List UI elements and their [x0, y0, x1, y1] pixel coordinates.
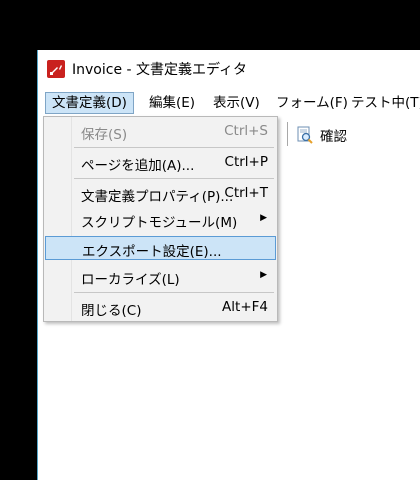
menu-item-label: エクスポート設定(E)...: [82, 244, 222, 260]
submenu-arrow-icon: ▶: [260, 213, 267, 223]
menu-document-definition[interactable]: 文書定義(D): [45, 92, 134, 114]
menu-item-localize[interactable]: ローカライズ(L) ▶: [45, 265, 276, 289]
menu-item-label: 文書定義プロパティ(P)...: [81, 189, 234, 205]
menu-item-label: 閉じる(C): [81, 303, 142, 319]
menu-separator: [74, 147, 274, 148]
menu-item-shortcut: Ctrl+T: [224, 185, 268, 201]
menu-item-shortcut: Ctrl+P: [224, 154, 268, 170]
magnifier-document-icon: [297, 126, 313, 144]
window-title: Invoice - 文書定義エディタ: [72, 62, 248, 78]
menu-item-properties[interactable]: 文書定義プロパティ(P)... Ctrl+T: [45, 182, 276, 206]
menu-separator: [74, 292, 274, 293]
menu-item-label: スクリプトモジュール(M): [81, 215, 238, 231]
menu-item-add-page[interactable]: ページを追加(A)... Ctrl+P: [45, 151, 276, 175]
menu-item-label: ローカライズ(L): [81, 272, 180, 288]
toolbar-separator: [287, 122, 288, 146]
menu-view[interactable]: 表示(V): [207, 92, 266, 114]
menu-item-shortcut: Ctrl+S: [224, 123, 268, 139]
menu-item-shortcut: Alt+F4: [222, 299, 268, 315]
menu-item-export-settings[interactable]: エクスポート設定(E)...: [45, 236, 276, 260]
menu-item-script-module[interactable]: スクリプトモジュール(M) ▶: [45, 208, 276, 232]
menu-item-close[interactable]: 閉じる(C) Alt+F4: [45, 296, 276, 320]
menu-form[interactable]: フォーム(F): [270, 92, 354, 114]
confirm-label: 確認: [320, 129, 347, 145]
app-icon: [47, 60, 65, 78]
menu-testing[interactable]: テスト中(T): [345, 92, 420, 114]
title-bar: Invoice - 文書定義エディタ: [38, 50, 420, 88]
menu-edit[interactable]: 編集(E): [143, 92, 201, 114]
document-definition-dropdown: 保存(S) Ctrl+S ページを追加(A)... Ctrl+P 文書定義プロパ…: [43, 116, 278, 322]
menu-bar: 文書定義(D) 編集(E) 表示(V) フォーム(F) テスト中(T): [38, 88, 420, 118]
menu-item-save[interactable]: 保存(S) Ctrl+S: [45, 120, 276, 144]
menu-item-label: ページを追加(A)...: [81, 158, 195, 174]
menu-item-label: 保存(S): [81, 127, 128, 143]
menu-separator: [74, 178, 274, 179]
submenu-arrow-icon: ▶: [260, 270, 267, 280]
confirm-button[interactable]: 確認: [296, 124, 347, 146]
